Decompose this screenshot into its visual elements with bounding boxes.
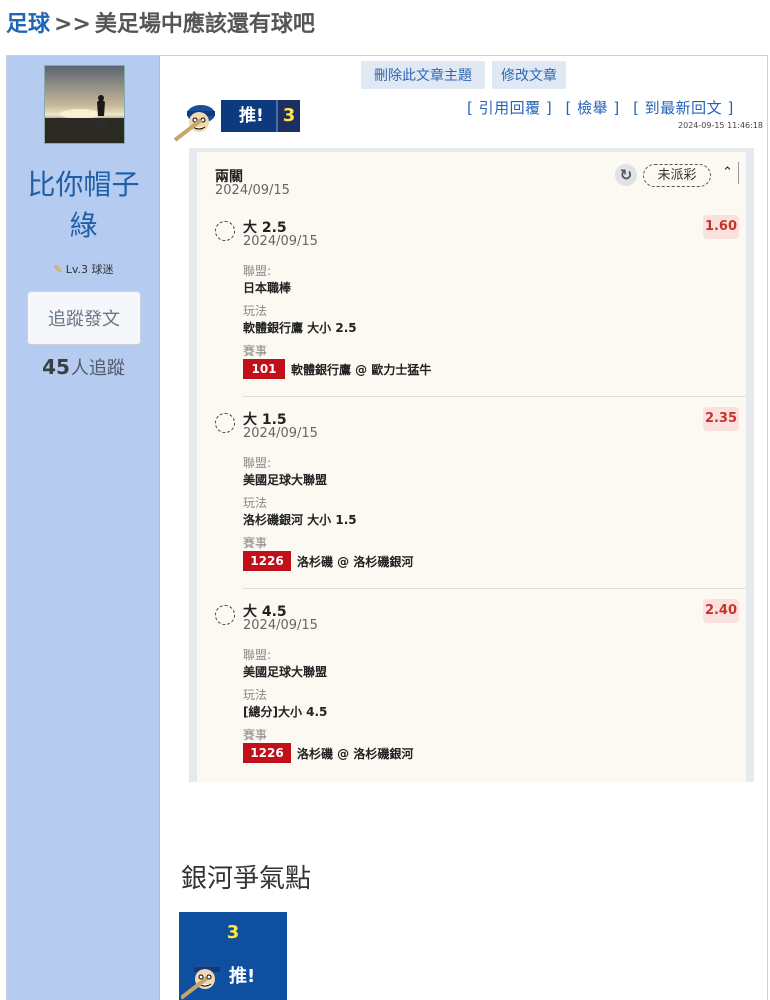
play-label: 玩法	[243, 304, 268, 318]
league-label: 聯盟:	[243, 648, 272, 662]
slip-date: 2024/09/15	[215, 183, 290, 198]
follow-posts-button[interactable]: 追蹤發文	[27, 291, 141, 345]
bet-item: 大 1.5 2024/09/15 2.35 聯盟: 美國足球大聯盟 玩法 洛杉磯…	[197, 400, 746, 592]
bet-slip-container: 兩關 2024/09/15 ↻ 未派彩 ⌃ 大 2.5 2024/09/15 1…	[189, 148, 754, 782]
report-link[interactable]: [ 檢舉 ]	[566, 99, 620, 117]
author-name-line1: 比你帽子	[27, 168, 140, 201]
post-main: 刪除此文章主題 修改文章 推! 3 [ 引用回覆 ] [ 檢舉 ] [ 到最新回…	[161, 56, 767, 1000]
play-value: 軟體銀行鷹 大小 2.5	[243, 321, 357, 335]
breadcrumb-separator: >>	[54, 12, 91, 37]
push-badge[interactable]: 3 推!	[179, 912, 287, 1000]
pending-circle-icon	[215, 413, 235, 433]
breadcrumb-category-link[interactable]: 足球	[6, 12, 50, 37]
avatar[interactable]	[44, 65, 125, 144]
bet-odds: 1.60	[703, 215, 739, 239]
follower-count: 45人追蹤	[7, 354, 160, 380]
pending-circle-icon	[215, 221, 235, 241]
post-body-text: 銀河爭氣點	[181, 864, 312, 894]
baseball-mascot-icon	[181, 962, 220, 1000]
league-label: 聯盟:	[243, 456, 272, 470]
pending-circle-icon	[215, 605, 235, 625]
league-value: 美國足球大聯盟	[243, 473, 328, 487]
match-name: 軟體銀行鷹 @ 歐力士猛牛	[291, 363, 432, 377]
bet-odds: 2.40	[703, 599, 739, 623]
bet-date: 2024/09/15	[243, 618, 318, 633]
latest-reply-link[interactable]: [ 到最新回文 ]	[633, 99, 734, 117]
post-timestamp: 2024-09-15 11:46:18	[678, 121, 763, 130]
page-title: 美足場中應該還有球吧	[94, 12, 315, 37]
bet-item: 大 2.5 2024/09/15 1.60 聯盟: 日本職棒 玩法 軟體銀行鷹 …	[197, 208, 746, 400]
author-name-line2: 綠	[69, 209, 98, 242]
bet-date: 2024/09/15	[243, 426, 318, 441]
event-label: 賽事	[243, 536, 268, 550]
push-button[interactable]: 推! 3	[173, 98, 307, 142]
bet-item: 大 4.5 2024/09/15 2.40 聯盟: 美國足球大聯盟 玩法 [總分…	[197, 592, 746, 782]
play-value: [總分]大小 4.5	[243, 705, 328, 719]
chevron-up-icon[interactable]: ⌃	[717, 162, 739, 184]
author-name[interactable]: 比你帽子 綠	[7, 164, 160, 246]
event-label: 賽事	[243, 344, 268, 358]
baseball-mascot-icon	[173, 105, 215, 142]
league-value: 美國足球大聯盟	[243, 665, 328, 679]
match-name: 洛杉磯 @ 洛杉磯銀河	[297, 555, 414, 569]
play-label: 玩法	[243, 496, 268, 510]
play-value: 洛杉磯銀河 大小 1.5	[243, 513, 357, 527]
bet-slip-card: 兩關 2024/09/15 ↻ 未派彩 ⌃ 大 2.5 2024/09/15 1…	[197, 152, 746, 782]
refresh-icon[interactable]: ↻	[615, 164, 637, 186]
author-level: ✎ Lv.3 球迷	[7, 261, 160, 277]
bet-date: 2024/09/15	[243, 234, 318, 249]
follower-count-number: 45	[42, 355, 70, 379]
follower-count-suffix: 人追蹤	[70, 358, 125, 379]
push-badge-label: 推!	[229, 966, 256, 987]
match-id-badge: 1226	[243, 551, 291, 571]
match-id-badge: 1226	[243, 743, 291, 763]
match-id-badge: 101	[243, 359, 285, 379]
delete-topic-button[interactable]: 刪除此文章主題	[361, 61, 485, 89]
pencil-icon: ✎	[53, 263, 63, 276]
post-frame: 比你帽子 綠 ✎ Lv.3 球迷 追蹤發文 45人追蹤 刪除此文章主題 修改文章 …	[6, 55, 768, 1000]
league-value: 日本職棒	[243, 281, 292, 295]
play-label: 玩法	[243, 688, 268, 702]
event-label: 賽事	[243, 728, 268, 742]
edit-post-button[interactable]: 修改文章	[492, 61, 566, 89]
match-name: 洛杉磯 @ 洛杉磯銀河	[297, 747, 414, 761]
quote-reply-link[interactable]: [ 引用回覆 ]	[467, 99, 552, 117]
breadcrumb: 足球 >> 美足場中應該還有球吧	[6, 6, 315, 38]
author-sidebar: 比你帽子 綠 ✎ Lv.3 球迷 追蹤發文 45人追蹤	[7, 56, 160, 1000]
divider	[243, 588, 746, 589]
bet-odds: 2.35	[703, 407, 739, 431]
author-level-label: Lv.3 球迷	[65, 263, 114, 276]
league-label: 聯盟:	[243, 264, 272, 278]
divider	[243, 396, 746, 397]
push-badge-count: 3	[226, 922, 240, 943]
payout-status-badge: 未派彩	[643, 164, 711, 187]
post-links: [ 引用回覆 ] [ 檢舉 ] [ 到最新回文 ]	[467, 97, 742, 118]
